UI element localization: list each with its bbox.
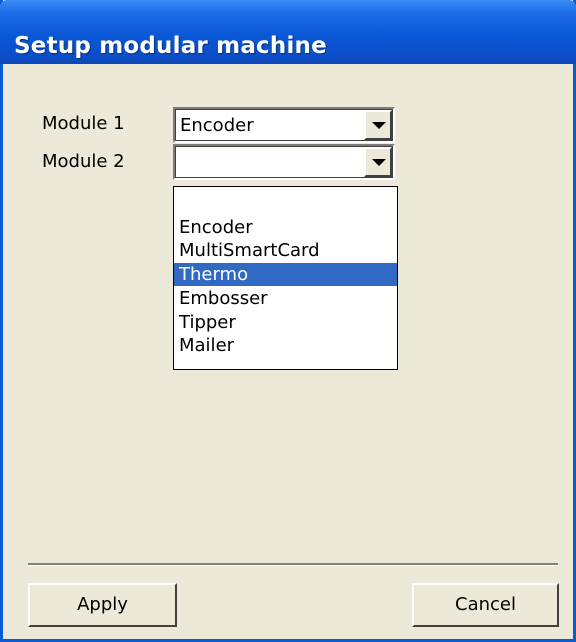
dropdown-option-multismartcard[interactable]: MultiSmartCard — [174, 239, 397, 262]
footer-separator — [28, 563, 558, 566]
dropdown-option-tipper[interactable]: Tipper — [174, 311, 397, 334]
module-1-combobox[interactable]: Encoder — [173, 107, 395, 143]
module-2-dropdown-list: Encoder MultiSmartCard Thermo Embosser T… — [173, 186, 398, 370]
module-1-dropdown-arrow-icon[interactable] — [364, 110, 392, 140]
dropdown-option-embosser[interactable]: Embosser — [174, 287, 397, 310]
dropdown-option-mailer[interactable]: Mailer — [174, 334, 397, 357]
window-title: Setup modular machine — [14, 33, 327, 59]
module-2-label: Module 2 — [42, 151, 125, 172]
setup-dialog: Setup modular machine Module 1 Encoder M… — [0, 0, 576, 642]
module-1-label: Module 1 — [42, 113, 125, 134]
title-bar[interactable]: Setup modular machine — [0, 0, 576, 64]
module-2-combobox[interactable] — [173, 144, 395, 180]
dropdown-option-empty[interactable] — [174, 191, 397, 214]
module-2-dropdown-arrow-icon[interactable] — [364, 147, 392, 177]
cancel-button[interactable]: Cancel — [412, 583, 559, 627]
module-1-value: Encoder — [180, 115, 254, 136]
dropdown-option-encoder[interactable]: Encoder — [174, 216, 397, 239]
apply-button[interactable]: Apply — [28, 583, 177, 627]
dropdown-option-thermo[interactable]: Thermo — [174, 263, 397, 286]
